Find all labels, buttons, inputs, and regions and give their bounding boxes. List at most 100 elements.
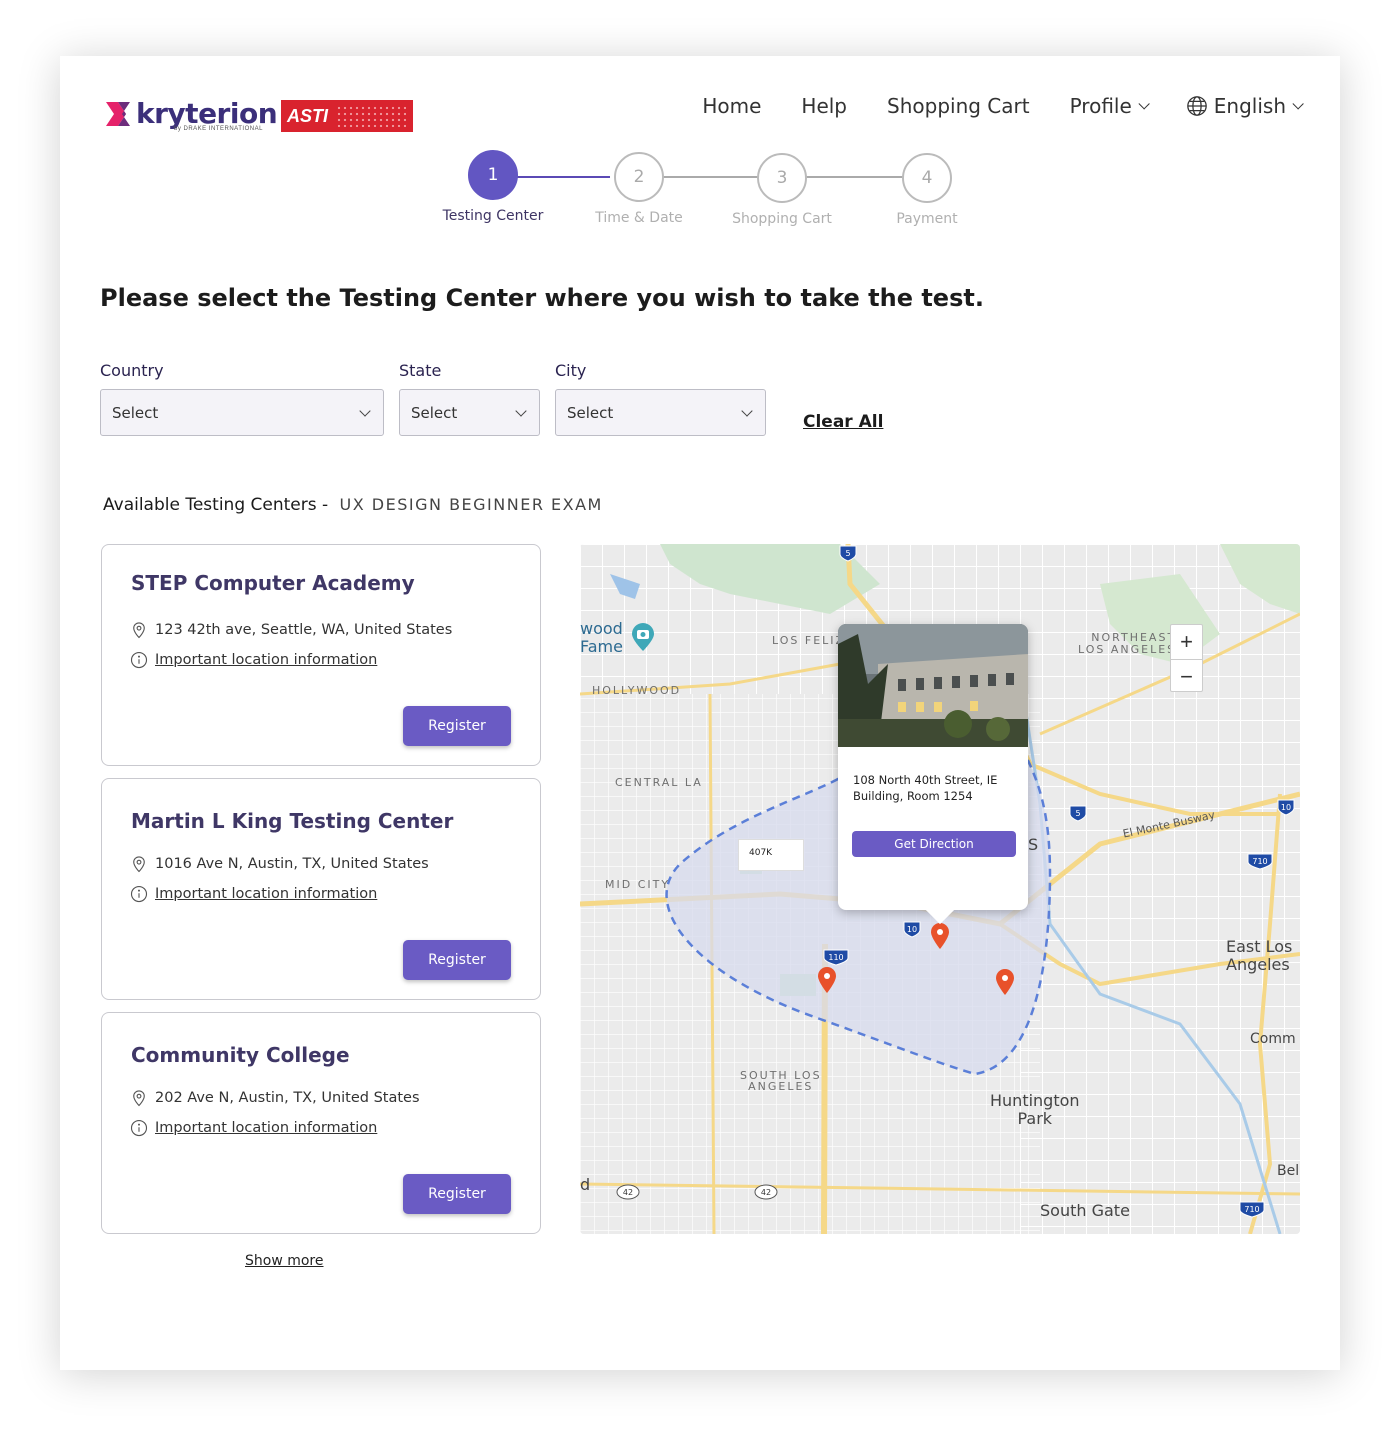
step-time-date[interactable]: 2 Time & Date [584, 152, 694, 226]
show-more-link[interactable]: Show more [245, 1253, 324, 1269]
center-name: Martin L King Testing Center [131, 809, 454, 833]
state-select[interactable]: Select [399, 389, 540, 436]
step-testing-center[interactable]: 1 Testing Center [438, 150, 548, 224]
city-select-value: Select [567, 403, 614, 422]
camera-icon [632, 623, 654, 651]
nav-help[interactable]: Help [801, 94, 847, 118]
location-pin-icon [133, 1090, 145, 1107]
shield-number: 110 [828, 953, 843, 962]
map-label-central-la: CENTRAL LA [615, 776, 703, 789]
map-tooltip: 407K [738, 839, 804, 871]
state-label: State [399, 361, 442, 380]
chevron-down-icon [515, 405, 527, 417]
testing-center-card[interactable]: STEP Computer Academy 123 42th ave, Seat… [101, 544, 541, 766]
map-label-mid-city: MID CITY [605, 878, 671, 891]
map-label-hollywood-walk-of-fame: wood Fame [580, 619, 623, 656]
building-photo-image [838, 624, 1028, 747]
top-nav: Home Help Shopping Cart Profile English [662, 94, 1304, 118]
get-direction-button[interactable]: Get Direction [852, 831, 1016, 857]
center-info-row: Important location information [130, 1119, 377, 1137]
info-icon [130, 1119, 148, 1137]
important-location-info-link[interactable]: Important location information [155, 886, 377, 902]
globe-icon [1186, 96, 1207, 116]
state-route-shield-icon: 42 [754, 1184, 778, 1202]
important-location-info-link[interactable]: Important location information [155, 1120, 377, 1136]
shield-number: 5 [845, 549, 850, 558]
center-info-row: Important location information [130, 885, 377, 903]
asti-logo[interactable]: ASTI [281, 100, 413, 132]
page-title: Please select the Testing Center where y… [100, 284, 984, 312]
clear-all-link[interactable]: Clear All [803, 412, 883, 432]
nav-profile[interactable]: Profile [1069, 94, 1150, 118]
register-button[interactable]: Register [403, 706, 511, 746]
zoom-out-button[interactable]: − [1171, 659, 1202, 693]
step-label: Time & Date [595, 210, 683, 226]
map-label-comm: Comm [1250, 1031, 1296, 1047]
chevron-down-icon [359, 405, 371, 417]
city-label: City [555, 361, 587, 380]
interstate-shield-icon: 5 [838, 544, 858, 562]
map-pin-icon[interactable] [930, 922, 950, 950]
chevron-down-icon [1292, 98, 1304, 110]
step-payment[interactable]: 4 Payment [872, 153, 982, 227]
testing-centers-map[interactable]: wood Fame LOS FELIZ NORTHEAST LOS ANGELES … [580, 544, 1300, 1234]
interstate-shield-icon: 110 [822, 948, 850, 966]
kryterion-logo[interactable]: kryterion by DRAKE INTERNATIONAL [104, 97, 278, 132]
available-centers-heading: Available Testing Centers - UX DESIGN BE… [103, 495, 603, 515]
map-label-hollywood: HOLLYWOOD [592, 684, 682, 697]
center-address-row: 202 Ave N, Austin, TX, United States [130, 1089, 420, 1107]
map-label-huntington-park: Huntington Park [990, 1091, 1080, 1128]
map-label-south-gate: South Gate [1040, 1201, 1130, 1220]
page-container: kryterion by DRAKE INTERNATIONAL ASTI Ho… [60, 56, 1340, 1370]
country-select-value: Select [112, 403, 159, 422]
shield-number: 710 [1252, 857, 1267, 866]
map-pin-icon[interactable] [817, 966, 837, 994]
step-label: Testing Center [442, 208, 544, 224]
map-label-bel: Bel [1277, 1163, 1300, 1179]
map-label-fragment-d: d [580, 1175, 591, 1194]
testing-center-card[interactable]: Community College 202 Ave N, Austin, TX,… [101, 1012, 541, 1234]
nav-shopping-cart[interactable]: Shopping Cart [887, 94, 1030, 118]
map-pin-icon[interactable] [995, 968, 1015, 996]
shield-number: 10 [1281, 803, 1291, 812]
state-route-shield-icon: 42 [616, 1184, 640, 1202]
register-button[interactable]: Register [403, 940, 511, 980]
interstate-shield-icon: 5 [1068, 804, 1088, 822]
center-name: Community College [131, 1043, 350, 1067]
kryterion-tagline: by DRAKE INTERNATIONAL [174, 126, 263, 132]
step-shopping-cart[interactable]: 3 Shopping Cart [727, 153, 837, 227]
zoom-in-button[interactable]: + [1171, 625, 1202, 659]
step-label: Payment [896, 211, 958, 227]
nav-profile-label: Profile [1069, 94, 1132, 118]
step-label: Shopping Cart [732, 211, 832, 227]
center-address: 1016 Ave N, Austin, TX, United States [155, 856, 429, 872]
chevron-down-icon [1138, 98, 1150, 110]
language-selector[interactable]: English [1186, 94, 1304, 118]
shield-number: 42 [623, 1188, 633, 1197]
important-location-info-link[interactable]: Important location information [155, 652, 377, 668]
country-label: Country [100, 361, 164, 380]
center-address-row: 1016 Ave N, Austin, TX, United States [130, 855, 429, 873]
nav-home[interactable]: Home [702, 94, 761, 118]
city-select[interactable]: Select [555, 389, 766, 436]
info-icon [130, 651, 148, 669]
country-select[interactable]: Select [100, 389, 384, 436]
step-number: 1 [468, 150, 518, 200]
map-label-fragment-s: S [1028, 835, 1039, 854]
location-pin-icon [133, 622, 145, 639]
step-number: 2 [614, 152, 664, 202]
chevron-down-icon [741, 405, 753, 417]
progress-stepper: 1 Testing Center 2 Time & Date 3 Shoppin… [430, 150, 970, 230]
center-address: 123 42th ave, Seattle, WA, United States [155, 622, 453, 638]
asti-wordmark: ASTI [287, 105, 329, 126]
kryterion-wordmark: kryterion [136, 97, 278, 130]
testing-center-card[interactable]: Martin L King Testing Center 1016 Ave N,… [101, 778, 541, 1000]
asti-pattern [336, 105, 407, 127]
map-label-northeast-la: NORTHEAST LOS ANGELES [1078, 631, 1177, 656]
step-number: 4 [902, 153, 952, 203]
popup-address: 108 North 40th Street, IE Building, Room… [853, 773, 998, 803]
shield-number: 5 [1075, 809, 1080, 818]
exam-name: UX DESIGN BEGINNER EXAM [339, 495, 603, 514]
register-button[interactable]: Register [403, 1174, 511, 1214]
center-address: 202 Ave N, Austin, TX, United States [155, 1090, 420, 1106]
